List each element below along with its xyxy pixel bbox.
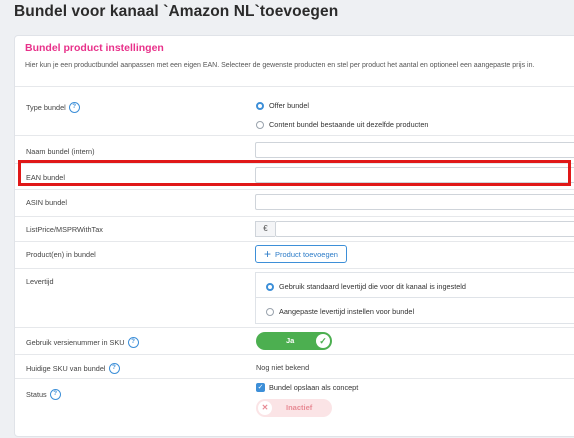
- page-title: Bundel voor kanaal `Amazon NL`toevoegen: [14, 3, 339, 20]
- check-icon: ✓: [256, 383, 265, 392]
- checkbox-label: Bundel opslaan als concept: [269, 383, 359, 392]
- help-icon[interactable]: ?: [49, 389, 61, 400]
- divider: [15, 86, 574, 87]
- radio-label: Aangepaste levertijd instellen voor bund…: [279, 307, 415, 316]
- huidige-sku-label-text: Huidige SKU van bundel: [26, 364, 106, 373]
- naam-bundel-input[interactable]: [255, 142, 574, 158]
- asin-bundel-input[interactable]: [255, 194, 574, 210]
- help-icon[interactable]: ?: [68, 102, 80, 113]
- divider: [15, 216, 574, 217]
- radio-offer-bundel[interactable]: Offer bundel: [256, 101, 309, 110]
- status-label-text: Status: [26, 390, 47, 399]
- radio-selected-icon: [266, 282, 274, 291]
- radio-label: Content bundel bestaande uit dezelfde pr…: [269, 120, 429, 129]
- naam-bundel-label: Naam bundel (intern): [26, 147, 95, 156]
- radio-unselected-icon: [256, 120, 264, 129]
- listprice-label: ListPrice/MSPRWithTax: [26, 225, 103, 234]
- help-icon[interactable]: ?: [108, 363, 120, 374]
- huidige-sku-value: Nog niet bekend: [256, 363, 310, 372]
- euro-addon: €: [255, 221, 275, 237]
- toggle-label: Inactief: [286, 403, 313, 412]
- radio-levertijd-standard[interactable]: Gebruik standaard levertijd die voor dit…: [266, 282, 466, 291]
- producten-label: Product(en) in bundel: [26, 250, 96, 259]
- ean-highlight-box: [18, 160, 571, 186]
- card-title: Bundel product instellingen: [25, 42, 164, 54]
- divider: [15, 268, 574, 269]
- help-icon[interactable]: ?: [127, 337, 139, 348]
- type-bundel-label: Type bundel ?: [26, 102, 80, 113]
- divider: [15, 241, 574, 242]
- radio-selected-icon: [256, 101, 264, 110]
- plus-icon: +: [264, 247, 272, 261]
- divider: [15, 189, 574, 190]
- versienummer-label-text: Gebruik versienummer in SKU: [26, 338, 125, 347]
- divider: [15, 135, 574, 136]
- radio-label: Offer bundel: [269, 101, 310, 110]
- versienummer-label: Gebruik versienummer in SKU ?: [26, 337, 139, 348]
- type-bundel-label-text: Type bundel: [26, 103, 66, 112]
- add-product-label: Product toevoegen: [275, 249, 338, 259]
- check-icon: ✓: [316, 334, 330, 348]
- radio-content-bundel[interactable]: Content bundel bestaande uit dezelfde pr…: [256, 120, 428, 129]
- radio-levertijd-custom[interactable]: Aangepaste levertijd instellen voor bund…: [266, 307, 414, 316]
- radio-label: Gebruik standaard levertijd die voor dit…: [279, 282, 466, 291]
- listprice-input[interactable]: [275, 221, 574, 237]
- concept-checkbox[interactable]: ✓ Bundel opslaan als concept: [256, 383, 358, 392]
- levertijd-label: Levertijd: [26, 277, 54, 286]
- close-icon: ✕: [258, 401, 272, 415]
- asin-bundel-label: ASIN bundel: [26, 198, 67, 207]
- versienummer-toggle[interactable]: Ja ✓: [256, 332, 332, 350]
- add-product-button[interactable]: + Product toevoegen: [255, 245, 347, 263]
- bundle-settings-card: Bundel product instellingen Hier kun je …: [14, 35, 574, 437]
- radio-unselected-icon: [266, 307, 274, 316]
- divider: [15, 327, 574, 328]
- card-description: Hier kun je een productbundel aanpassen …: [25, 62, 535, 69]
- huidige-sku-label: Huidige SKU van bundel ?: [26, 363, 120, 374]
- status-label: Status ?: [26, 389, 61, 400]
- status-toggle[interactable]: ✕ Inactief: [256, 399, 332, 417]
- divider: [15, 354, 574, 355]
- toggle-label: Ja: [286, 336, 295, 345]
- divider: [15, 378, 574, 379]
